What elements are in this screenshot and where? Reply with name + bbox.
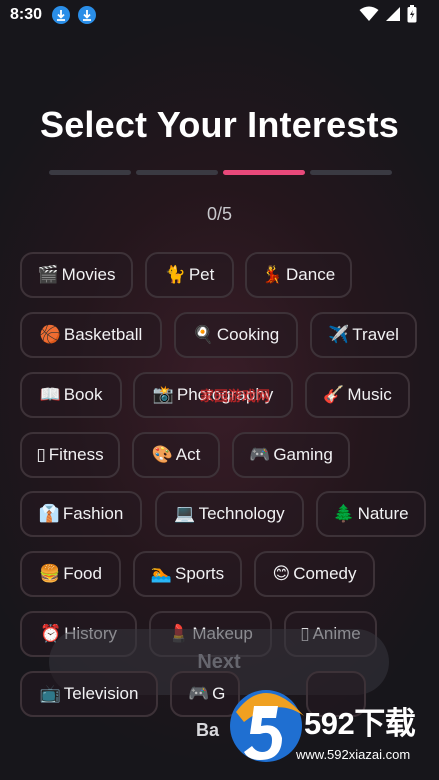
site-logo-icon <box>230 690 304 762</box>
interest-label: Food <box>63 564 102 583</box>
interest-chip-travel[interactable]: ✈️ Travel <box>310 312 417 358</box>
interest-chip-pet[interactable]: 🐈 Pet <box>145 252 234 298</box>
dancer-icon: 💃 <box>261 265 284 285</box>
airplane-icon: ✈️ <box>328 325 350 345</box>
interest-label: Basketball <box>63 325 143 344</box>
interest-label: G <box>212 684 226 703</box>
watermark-text: 家园游戏网 <box>200 388 270 404</box>
interest-chip-technology[interactable]: 💻 Technology <box>155 491 304 537</box>
swimmer-icon: 🏊 <box>150 564 173 584</box>
interest-label: Movies <box>61 265 116 284</box>
interest-chip-food[interactable]: 🍔 Food <box>20 551 121 597</box>
interest-chip-movies[interactable]: 🎬 Movies <box>20 252 133 298</box>
interest-label: Nature <box>357 504 409 523</box>
missing-glyph-icon: ▯ <box>36 445 46 465</box>
game-controller-icon: 🎮 <box>188 684 210 704</box>
watermark-url: www.592xiazai.com <box>296 747 411 762</box>
interest-label: Television <box>63 684 139 703</box>
interest-label: Cooking <box>216 325 280 344</box>
interest-chip-nature[interactable]: 🌲 Nature <box>316 491 426 537</box>
basketball-icon: 🏀 <box>39 325 61 345</box>
interest-chip-sports[interactable]: 🏊 Sports <box>133 551 242 597</box>
palette-icon: 🎨 <box>151 445 173 465</box>
frying-pan-icon: 🍳 <box>192 325 214 345</box>
watermark-brand: 592下载 <box>304 706 416 741</box>
interest-chip-dance[interactable]: 💃 Dance <box>245 252 352 298</box>
interest-chip-gaming[interactable]: 🎮 Gaming <box>232 432 350 478</box>
interest-chip-cooking[interactable]: 🍳 Cooking <box>174 312 298 358</box>
interest-chip-television[interactable]: 📺 Television <box>20 671 158 717</box>
interest-label: Book <box>63 385 103 404</box>
back-link[interactable]: Ba <box>196 720 219 741</box>
interest-chip-comedy[interactable]: 😊 Comedy <box>254 551 375 597</box>
cat-icon: 🐈 <box>164 265 186 285</box>
interest-label: Fitness <box>48 445 104 464</box>
interest-label: Sports <box>175 564 225 583</box>
interest-chip-act[interactable]: 🎨 Act <box>132 432 220 478</box>
interest-label: Dance <box>286 265 336 284</box>
interest-chip-basketball[interactable]: 🏀 Basketball <box>20 312 162 358</box>
movie-clapper-icon: 🎬 <box>37 265 59 285</box>
interest-chip-music[interactable]: 🎸 Music <box>305 372 410 418</box>
camera-icon: 📸 <box>152 385 174 405</box>
interest-label: Act <box>175 445 201 464</box>
interest-label: Fashion <box>62 504 124 523</box>
interest-chip-fashion[interactable]: 👔 Fashion <box>20 491 142 537</box>
interest-label: Music <box>347 385 392 404</box>
interest-label: Technology <box>198 504 285 523</box>
guitar-icon: 🎸 <box>323 385 345 405</box>
book-icon: 📖 <box>39 385 61 405</box>
interest-chip-book[interactable]: 📖 Book <box>20 372 122 418</box>
interest-label: Travel <box>352 325 399 344</box>
interest-label: Gaming <box>273 445 333 464</box>
tree-icon: 🌲 <box>333 504 355 524</box>
necktie-icon: 👔 <box>38 504 60 524</box>
watermark-logo: 592下载 www.592xiazai.com <box>226 682 439 780</box>
burger-icon: 🍔 <box>39 564 61 584</box>
game-controller-icon: 🎮 <box>249 445 271 465</box>
interest-chip-fitness[interactable]: ▯ Fitness <box>20 432 120 478</box>
interest-label: Comedy <box>293 564 357 583</box>
smiling-face-icon: 😊 <box>272 564 291 584</box>
television-icon: 📺 <box>39 684 61 704</box>
laptop-icon: 💻 <box>174 504 196 524</box>
interest-label: Pet <box>188 265 215 284</box>
